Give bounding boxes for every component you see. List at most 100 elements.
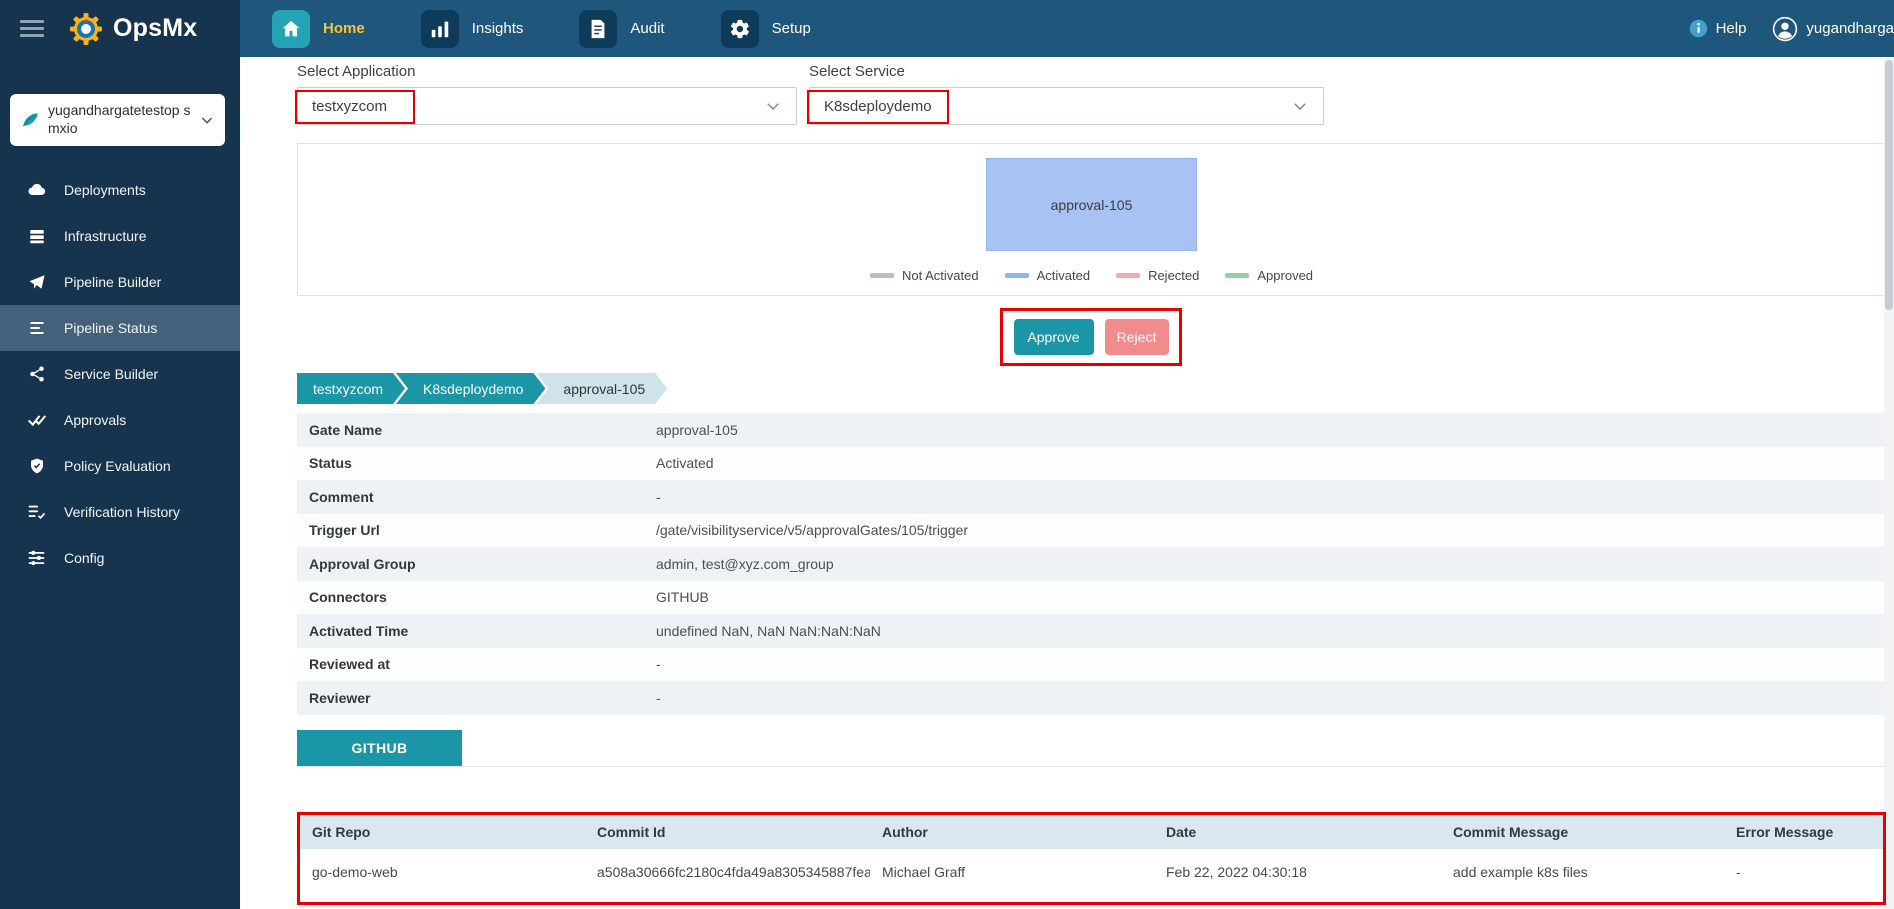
service-select-value: K8sdeploydemo — [824, 98, 932, 115]
sidebar-item-label: Pipeline Status — [64, 320, 157, 336]
cell-error-message: - — [1724, 864, 1883, 880]
gate-details-table: Gate Name approval-105 Status Activated … — [297, 413, 1886, 715]
detail-row-connectors: Connectors GITHUB — [297, 581, 1886, 615]
application-select-value: testxyzcom — [312, 98, 387, 115]
cell-commit-message: add example k8s files — [1441, 864, 1724, 880]
service-select-label: Select Service — [809, 63, 905, 80]
sidebar-item-label: Pipeline Builder — [64, 274, 161, 290]
org-selector[interactable]: yugandhargatetestop smxio — [10, 94, 225, 146]
hamburger-menu-icon[interactable] — [20, 20, 44, 37]
sidebar-item-label: Deployments — [64, 182, 146, 198]
column-header-error-message: Error Message — [1724, 824, 1883, 840]
status-legend: Not Activated Activated Rejected Approve… — [870, 268, 1313, 283]
sidebar-item-deployments[interactable]: Deployments — [0, 167, 240, 213]
sidebar-item-label: Policy Evaluation — [64, 458, 171, 474]
service-select[interactable]: K8sdeploydemo — [809, 87, 1324, 125]
gate-node-label: approval-105 — [1051, 197, 1133, 213]
sidebar-item-verification-history[interactable]: Verification History — [0, 489, 240, 535]
sidebar-item-pipeline-builder[interactable]: Pipeline Builder — [0, 259, 240, 305]
vertical-scrollbar[interactable] — [1884, 57, 1894, 909]
main-content: Select Application testxyzcom Select Ser… — [240, 57, 1894, 909]
sidebar-item-infrastructure[interactable]: Infrastructure — [0, 213, 240, 259]
breadcrumb-application[interactable]: testxyzcom — [297, 373, 405, 404]
sidebar: OpsMx yugandhargatetestop smxio Deployme… — [0, 0, 240, 909]
username: yugandharga — [1806, 20, 1894, 37]
opsmx-logo-icon — [68, 11, 104, 47]
column-header-author: Author — [870, 824, 1154, 840]
avatar-icon — [1772, 16, 1798, 42]
legend-item-not-activated: Not Activated — [870, 268, 979, 283]
detail-row-trigger-url: Trigger Url /gate/visibilityservice/v5/a… — [297, 514, 1886, 548]
legend-item-approved: Approved — [1225, 268, 1313, 283]
pipeline-status-icon — [26, 319, 47, 337]
cell-author: Michael Graff — [870, 864, 1154, 880]
reject-button[interactable]: Reject — [1105, 319, 1169, 355]
sidebar-item-label: Service Builder — [64, 366, 158, 382]
rejected-swatch — [1116, 273, 1140, 278]
deployments-icon — [26, 180, 47, 200]
detail-row-reviewed-at: Reviewed at - — [297, 648, 1886, 682]
breadcrumb-service[interactable]: K8sdeploydemo — [396, 373, 545, 404]
nav-audit[interactable]: Audit — [579, 10, 664, 48]
nav-setup-label: Setup — [772, 20, 811, 37]
tab-divider — [297, 766, 1886, 767]
user-menu[interactable]: yugandharga — [1772, 16, 1894, 42]
nav-setup[interactable]: Setup — [721, 10, 811, 48]
detail-label: Connectors — [297, 589, 656, 605]
policy-evaluation-icon — [26, 457, 47, 475]
gate-node[interactable]: approval-105 — [986, 158, 1197, 251]
topbar-right: Help yugandharga — [1688, 16, 1894, 42]
detail-value: - — [656, 489, 1886, 505]
legend-item-rejected: Rejected — [1116, 268, 1199, 283]
sidebar-item-label: Approvals — [64, 412, 126, 428]
detail-value: - — [656, 656, 1886, 672]
setup-icon — [721, 10, 759, 48]
column-header-commit-id: Commit Id — [585, 824, 870, 840]
legend-item-activated: Activated — [1005, 268, 1090, 283]
detail-label: Status — [297, 455, 656, 471]
chevron-down-icon — [199, 112, 215, 128]
detail-value: GITHUB — [656, 589, 1886, 605]
breadcrumb-gate[interactable]: approval-105 — [536, 373, 667, 404]
help-button[interactable]: Help — [1688, 18, 1747, 39]
detail-label: Reviewed at — [297, 656, 656, 672]
detail-label: Reviewer — [297, 690, 656, 706]
sidebar-item-label: Infrastructure — [64, 228, 146, 244]
approve-button[interactable]: Approve — [1014, 319, 1094, 355]
approvals-icon — [26, 410, 47, 430]
chevron-down-icon — [764, 97, 782, 115]
detail-row-reviewer: Reviewer - — [297, 681, 1886, 715]
detail-value: undefined NaN, NaN NaN:NaN:NaN — [656, 623, 1886, 639]
sidebar-item-policy-evaluation[interactable]: Policy Evaluation — [0, 443, 240, 489]
sidebar-item-pipeline-status[interactable]: Pipeline Status — [0, 305, 240, 351]
nav-insights[interactable]: Insights — [421, 10, 524, 48]
column-header-git-repo: Git Repo — [300, 824, 585, 840]
nav-home[interactable]: Home — [272, 10, 365, 48]
application-select[interactable]: testxyzcom — [297, 87, 797, 125]
sidebar-item-config[interactable]: Config — [0, 535, 240, 581]
scrollbar-thumb[interactable] — [1885, 60, 1893, 310]
pipeline-panel: approval-105 Not Activated Activated Rej… — [297, 143, 1886, 296]
detail-row-gate-name: Gate Name approval-105 — [297, 413, 1886, 447]
service-builder-icon — [26, 365, 47, 383]
cell-date: Feb 22, 2022 04:30:18 — [1154, 864, 1441, 880]
detail-label: Trigger Url — [297, 522, 656, 538]
home-icon — [272, 10, 310, 48]
org-name: yugandhargatetestop smxio — [48, 102, 191, 138]
detail-value: - — [656, 690, 1886, 706]
org-logo-icon — [20, 110, 40, 130]
sidebar-item-service-builder[interactable]: Service Builder — [0, 351, 240, 397]
commits-table: Git Repo Commit Id Author Date Commit Me… — [300, 815, 1883, 895]
github-tab[interactable]: GITHUB — [297, 730, 462, 766]
sidebar-item-approvals[interactable]: Approvals — [0, 397, 240, 443]
config-icon — [26, 548, 47, 567]
detail-row-status: Status Activated — [297, 447, 1886, 481]
detail-label: Comment — [297, 489, 656, 505]
sidebar-item-label: Verification History — [64, 504, 180, 520]
chevron-down-icon — [1291, 97, 1309, 115]
top-navigation-bar: Home Insights Audit Setup Help yugandha — [240, 0, 1894, 57]
brand: OpsMx — [68, 11, 197, 47]
table-row: go-demo-web a508a30666fc2180c4fda49a8305… — [300, 849, 1883, 895]
nav-home-label: Home — [323, 20, 365, 37]
help-label: Help — [1716, 20, 1747, 37]
